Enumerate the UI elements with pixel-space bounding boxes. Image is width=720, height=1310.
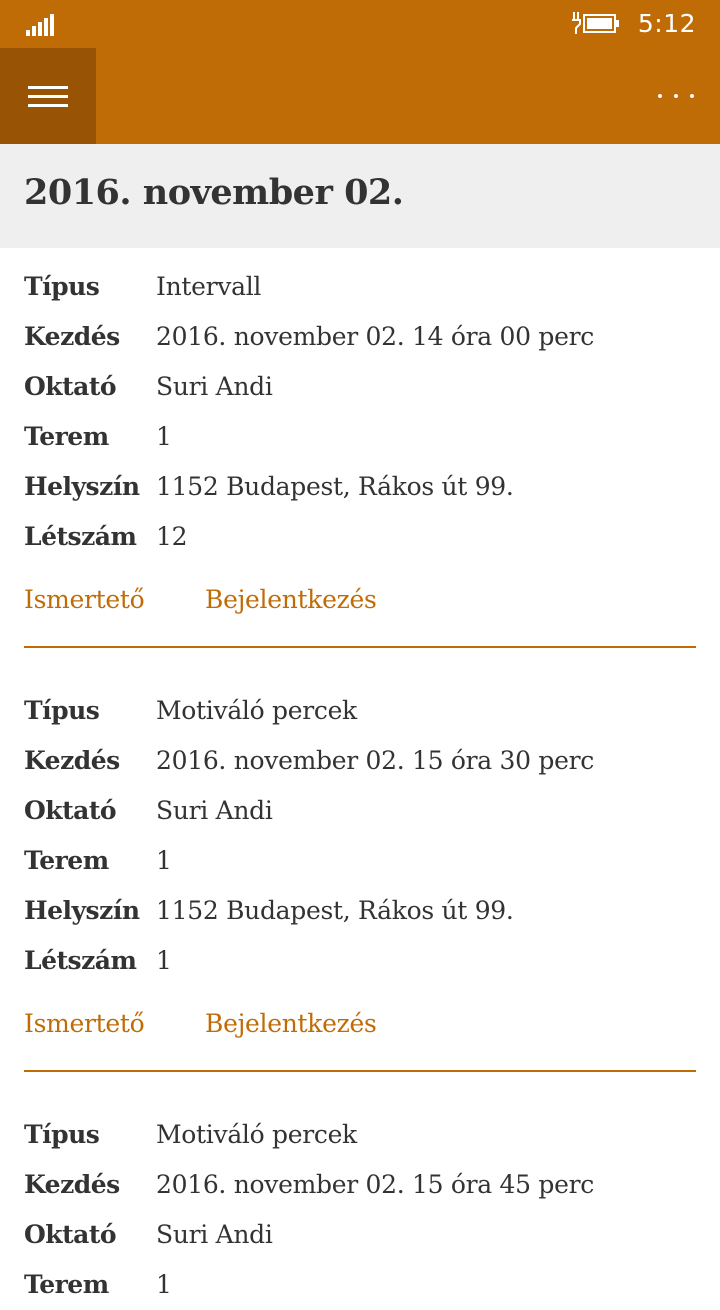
room-value: 1: [156, 422, 172, 451]
start-label: Kezdés: [24, 322, 120, 351]
battery-charging-icon: [572, 12, 619, 34]
location-label: Helyszín: [24, 472, 140, 501]
start-label: Kezdés: [24, 746, 120, 775]
start-value: 2016. november 02. 15 óra 45 perc: [156, 1170, 594, 1199]
more-options-button[interactable]: [656, 76, 696, 116]
start-label: Kezdés: [24, 1170, 120, 1199]
clock: 5:12: [637, 9, 696, 38]
headcount-row: Létszám 1: [24, 946, 704, 986]
room-row: Terem 1: [24, 1270, 704, 1310]
type-label: Típus: [24, 696, 100, 725]
type-value: Motiváló percek: [156, 696, 357, 725]
page-title: 2016. november 02.: [24, 172, 404, 213]
description-link[interactable]: Ismertető: [24, 585, 145, 614]
headcount-value: 1: [156, 946, 172, 975]
room-row: Terem 1: [24, 422, 704, 462]
start-value: 2016. november 02. 14 óra 00 perc: [156, 322, 594, 351]
location-row: Helyszín 1152 Budapest, Rákos út 99.: [24, 896, 704, 936]
type-row: Típus Motiváló percek: [24, 1120, 704, 1160]
type-value: Intervall: [156, 272, 262, 301]
start-row: Kezdés 2016. november 02. 15 óra 45 perc: [24, 1170, 704, 1210]
instructor-row: Oktató Suri Andi: [24, 796, 704, 836]
date-header: 2016. november 02.: [0, 144, 720, 248]
room-value: 1: [156, 1270, 172, 1299]
instructor-value: Suri Andi: [156, 1220, 273, 1249]
signal-bars-icon: [26, 12, 56, 36]
register-link[interactable]: Bejelentkezés: [205, 1009, 377, 1038]
app-bar: [0, 48, 720, 144]
register-link[interactable]: Bejelentkezés: [205, 585, 377, 614]
instructor-label: Oktató: [24, 1220, 117, 1249]
location-row: Helyszín 1152 Budapest, Rákos út 99.: [24, 472, 704, 512]
start-value: 2016. november 02. 15 óra 30 perc: [156, 746, 594, 775]
room-label: Terem: [24, 422, 109, 451]
instructor-label: Oktató: [24, 796, 117, 825]
instructor-value: Suri Andi: [156, 796, 273, 825]
room-label: Terem: [24, 1270, 109, 1299]
location-value: 1152 Budapest, Rákos út 99.: [156, 896, 514, 925]
headcount-value: 12: [156, 522, 188, 551]
hamburger-menu-button[interactable]: [0, 48, 96, 144]
location-value: 1152 Budapest, Rákos út 99.: [156, 472, 514, 501]
room-value: 1: [156, 846, 172, 875]
divider: [24, 1070, 696, 1072]
type-value: Motiváló percek: [156, 1120, 357, 1149]
description-link[interactable]: Ismertető: [24, 1009, 145, 1038]
room-label: Terem: [24, 846, 109, 875]
location-label: Helyszín: [24, 896, 140, 925]
headcount-label: Létszám: [24, 946, 137, 975]
instructor-value: Suri Andi: [156, 372, 273, 401]
room-row: Terem 1: [24, 846, 704, 886]
instructor-row: Oktató Suri Andi: [24, 372, 704, 412]
headcount-row: Létszám 12: [24, 522, 704, 562]
headcount-label: Létszám: [24, 522, 137, 551]
divider: [24, 646, 696, 648]
status-bar: 5:12: [0, 0, 720, 48]
start-row: Kezdés 2016. november 02. 15 óra 30 perc: [24, 746, 704, 786]
start-row: Kezdés 2016. november 02. 14 óra 00 perc: [24, 322, 704, 362]
type-label: Típus: [24, 1120, 100, 1149]
type-row: Típus Intervall: [24, 272, 704, 312]
type-row: Típus Motiváló percek: [24, 696, 704, 736]
instructor-label: Oktató: [24, 372, 117, 401]
type-label: Típus: [24, 272, 100, 301]
instructor-row: Oktató Suri Andi: [24, 1220, 704, 1260]
